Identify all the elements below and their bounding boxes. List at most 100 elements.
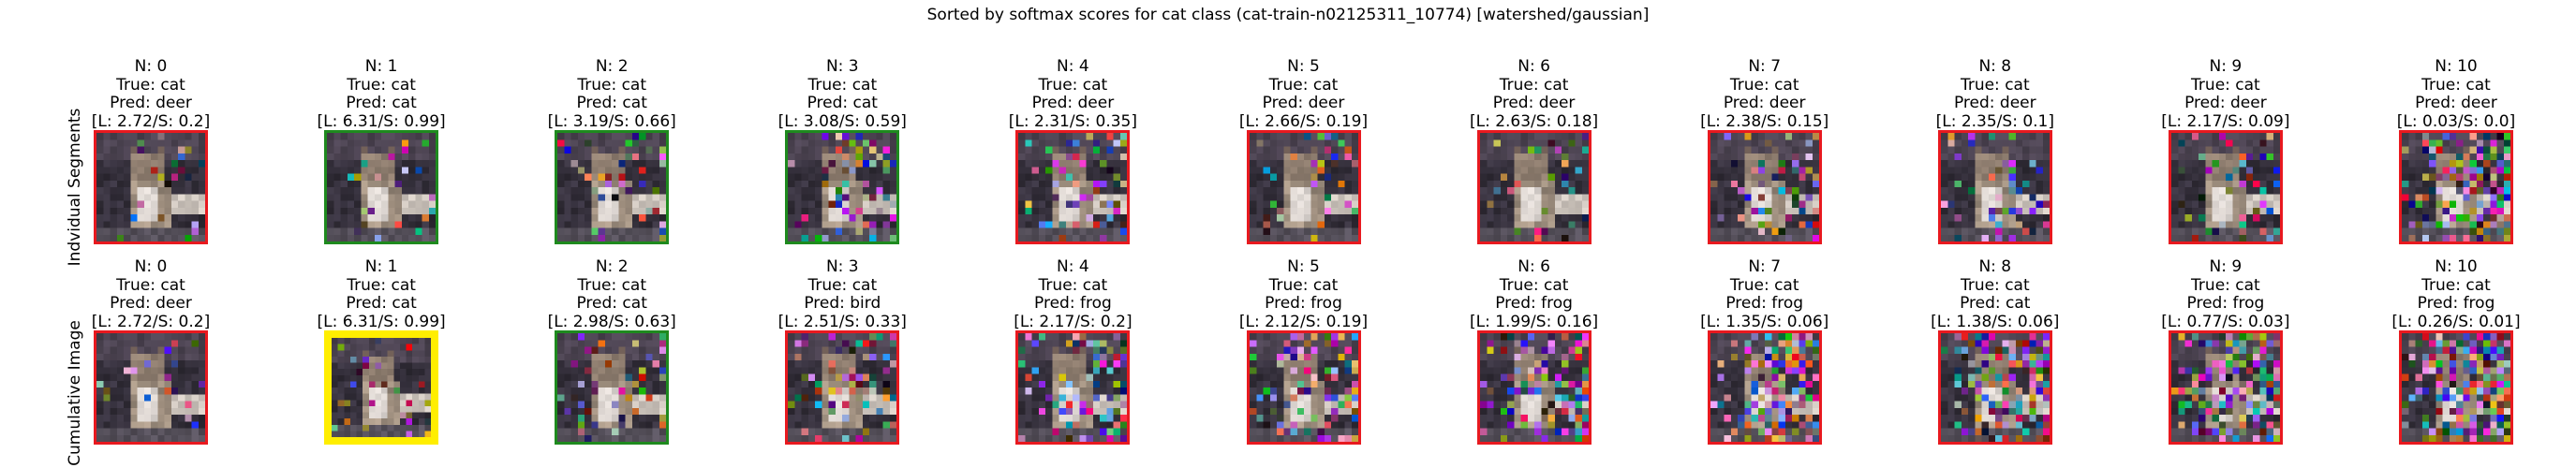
caption-pred: Pred: deer	[110, 294, 192, 313]
caption-score: [L: 2.17/S: 0.2]	[1014, 312, 1133, 331]
caption-true: True: cat	[116, 275, 185, 295]
caption-pred: Pred: bird	[804, 294, 881, 313]
panel-caption: N: 10 True: cat Pred: deer [L: 0.03/S: 0.0]	[2362, 57, 2550, 131]
caption-true: True: cat	[807, 75, 878, 95]
panel-caption: N: 1 True: cat Pred: cat [L: 6.31/S: 0.99]	[288, 57, 475, 131]
caption-pred: Pred: deer	[1953, 94, 2036, 112]
caption-score: [L: 2.12/S: 0.19]	[1238, 312, 1369, 331]
caption-true: True: cat	[2421, 75, 2491, 95]
caption-true: True: cat	[1729, 75, 1799, 95]
caption-pred: Pred: deer	[2415, 94, 2497, 112]
cat-image-thumbnail	[324, 330, 439, 445]
panel-caption: N: 4 True: cat Pred: frog [L: 2.17/S: 0.2]	[979, 257, 1166, 331]
cat-image-thumbnail	[1937, 130, 2052, 244]
caption-score: [L: 3.19/S: 0.66]	[547, 111, 676, 131]
caption-true: True: cat	[1960, 75, 2030, 95]
cat-image-thumbnail	[1476, 130, 1591, 244]
caption-pred: Pred: frog	[1034, 294, 1112, 313]
cat-image-thumbnail	[785, 330, 900, 445]
caption-true: True: cat	[577, 75, 647, 95]
cat-image-thumbnail	[1707, 130, 1822, 244]
cat-image-thumbnail	[785, 130, 900, 244]
caption-true: True: cat	[807, 275, 878, 295]
panel-caption: N: 2 True: cat Pred: cat [L: 3.19/S: 0.66]	[518, 57, 705, 131]
caption-score: [L: 1.38/S: 0.06]	[1931, 312, 2060, 331]
caption-true: True: cat	[1499, 75, 1569, 95]
cat-image-thumbnail	[555, 130, 670, 244]
cat-image-thumbnail	[2168, 130, 2283, 244]
caption-n: N: 5	[1287, 257, 1320, 276]
caption-true: True: cat	[1038, 275, 1108, 295]
caption-n: N: 6	[1517, 57, 1550, 76]
caption-pred: Pred: cat	[346, 294, 417, 313]
panel-caption: N: 3 True: cat Pred: bird [L: 2.51/S: 0.33]	[748, 257, 936, 331]
caption-true: True: cat	[2421, 275, 2491, 295]
caption-pred: Pred: deer	[2184, 94, 2267, 112]
caption-true: True: cat	[2191, 275, 2260, 295]
caption-n: N: 0	[134, 57, 168, 76]
caption-pred: Pred: cat	[576, 94, 647, 112]
panel-caption: N: 2 True: cat Pred: cat [L: 2.98/S: 0.63]	[518, 257, 705, 331]
caption-n: N: 2	[595, 257, 629, 276]
caption-score: [L: 2.72/S: 0.2]	[91, 312, 211, 331]
caption-n: N: 4	[1057, 257, 1089, 276]
caption-pred: Pred: frog	[2417, 294, 2495, 313]
caption-score: [L: 2.31/S: 0.35]	[1008, 111, 1137, 131]
caption-pred: Pred: frog	[1265, 294, 1342, 313]
caption-pred: Pred: cat	[807, 94, 878, 112]
panel-caption: N: 5 True: cat Pred: frog [L: 2.12/S: 0.19]	[1210, 257, 1398, 331]
caption-n: N: 3	[825, 257, 859, 276]
cat-image-thumbnail	[2399, 330, 2513, 445]
cat-image-thumbnail	[1015, 130, 1131, 244]
panel-caption: N: 9 True: cat Pred: deer [L: 2.17/S: 0.09]	[2132, 57, 2319, 131]
caption-pred: Pred: deer	[1031, 94, 1115, 112]
panel-caption: N: 3 True: cat Pred: cat [L: 3.08/S: 0.59]	[748, 57, 936, 131]
caption-score: [L: 1.35/S: 0.06]	[1700, 312, 1829, 331]
panel-caption: N: 6 True: cat Pred: deer [L: 2.63/S: 0.18]	[1441, 57, 1628, 131]
caption-true: True: cat	[347, 275, 416, 295]
caption-n: N: 6	[1517, 257, 1550, 276]
caption-n: N: 8	[1978, 57, 2012, 76]
panel-caption: N: 0 True: cat Pred: deer [L: 2.72/S: 0.2]	[57, 257, 244, 331]
cat-image-thumbnail	[324, 130, 439, 244]
cat-image-thumbnail	[2168, 330, 2283, 445]
caption-pred: Pred: frog	[1495, 294, 1573, 313]
caption-n: N: 2	[595, 57, 629, 76]
caption-score: [L: 2.17/S: 0.09]	[2161, 111, 2290, 131]
caption-pred: Pred: deer	[1723, 94, 1806, 112]
caption-pred: Pred: cat	[576, 294, 647, 313]
cat-image-thumbnail	[1476, 330, 1591, 445]
panel-caption: N: 4 True: cat Pred: deer [L: 2.31/S: 0.35]	[979, 57, 1166, 131]
row-label-text: Indvidual Segments	[66, 108, 84, 267]
cat-image-thumbnail	[1937, 330, 2052, 445]
caption-pred: Pred: frog	[2186, 294, 2265, 313]
caption-pred: Pred: deer	[1492, 94, 1576, 112]
caption-true: True: cat	[1268, 75, 1339, 95]
panel-caption: N: 0 True: cat Pred: deer [L: 2.72/S: 0.2]	[57, 57, 244, 131]
caption-true: True: cat	[1038, 75, 1108, 95]
caption-pred: Pred: deer	[1262, 94, 1345, 112]
caption-score: [L: 0.77/S: 0.03]	[2161, 312, 2290, 331]
caption-true: True: cat	[2191, 75, 2260, 95]
caption-pred: Pred: cat	[1960, 294, 2031, 313]
cat-image-thumbnail	[1246, 130, 1361, 244]
caption-n: N: 8	[1978, 257, 2012, 276]
caption-n: N: 7	[1748, 57, 1782, 76]
caption-score: [L: 2.66/S: 0.19]	[1238, 111, 1369, 131]
cat-image-thumbnail	[94, 130, 208, 244]
caption-pred: Pred: frog	[1725, 294, 1804, 313]
caption-true: True: cat	[347, 75, 416, 95]
caption-pred: Pred: cat	[346, 94, 417, 112]
caption-true: True: cat	[1729, 275, 1799, 295]
cat-image-thumbnail	[1246, 330, 1361, 445]
caption-n: N: 7	[1748, 257, 1782, 276]
cat-image-thumbnail	[2399, 130, 2513, 244]
caption-score: [L: 3.08/S: 0.59]	[777, 111, 907, 131]
caption-n: N: 10	[2435, 57, 2478, 76]
panel-caption: N: 1 True: cat Pred: cat [L: 6.31/S: 0.99]	[288, 257, 475, 331]
panel-caption: N: 9 True: cat Pred: frog [L: 0.77/S: 0.03]	[2132, 257, 2319, 331]
panel-caption: N: 5 True: cat Pred: deer [L: 2.66/S: 0.19]	[1210, 57, 1398, 131]
caption-true: True: cat	[1268, 275, 1339, 295]
caption-score: [L: 0.26/S: 0.01]	[2391, 312, 2521, 331]
caption-true: True: cat	[1960, 275, 2030, 295]
